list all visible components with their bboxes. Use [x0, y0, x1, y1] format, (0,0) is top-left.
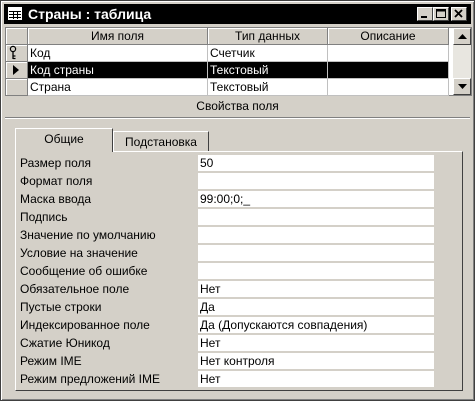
- property-row: Формат поля: [20, 172, 448, 190]
- property-label: Формат поля: [20, 174, 93, 188]
- property-value-allow-zero-length[interactable]: Да: [198, 299, 434, 315]
- header-corner[interactable]: [6, 28, 28, 45]
- vertical-scrollbar[interactable]: [453, 28, 471, 95]
- title-bar[interactable]: Страны : таблица: [4, 4, 471, 24]
- column-header-type[interactable]: Тип данных: [208, 28, 328, 45]
- table-icon: [8, 7, 22, 20]
- maximize-icon: [436, 9, 446, 18]
- maximize-button[interactable]: [433, 7, 449, 21]
- divider: [5, 117, 470, 119]
- window-title: Страны : таблица: [28, 6, 152, 22]
- grid-header: Имя поля Тип данных Описание: [6, 28, 449, 45]
- column-header-name[interactable]: Имя поля: [28, 28, 208, 45]
- property-value-required[interactable]: Нет: [198, 281, 434, 297]
- property-label: Индексированное поле: [20, 318, 150, 332]
- property-row: Сжатие Юникод Нет: [20, 334, 448, 352]
- property-value-indexed[interactable]: Да (Допускаются совпадения): [198, 317, 434, 333]
- property-row: Подпись: [20, 208, 448, 226]
- property-row: Сообщение об ошибке: [20, 262, 448, 280]
- property-row: Условие на значение: [20, 244, 448, 262]
- property-row: Значение по умолчанию: [20, 226, 448, 244]
- scroll-up-button[interactable]: [453, 28, 471, 45]
- field-grid: Имя поля Тип данных Описание Код Счетчик: [5, 27, 472, 96]
- field-name-cell[interactable]: Код: [28, 45, 208, 62]
- data-type-cell[interactable]: Текстовый: [208, 79, 328, 96]
- property-value-ime-sentence-mode[interactable]: Нет: [198, 371, 434, 387]
- close-icon: [454, 9, 463, 18]
- property-label: Сжатие Юникод: [20, 336, 110, 350]
- primary-key-icon: [9, 45, 17, 60]
- description-cell[interactable]: [328, 79, 449, 96]
- property-row: Режим предложений IME Нет: [20, 370, 448, 388]
- table-row[interactable]: Код Счетчик: [6, 45, 449, 62]
- property-row: Маска ввода 99:00;0;_: [20, 190, 448, 208]
- field-name-cell[interactable]: Страна: [28, 79, 208, 96]
- property-value-default-value[interactable]: [198, 227, 434, 243]
- field-name-cell[interactable]: Код страны: [28, 62, 208, 79]
- row-selector[interactable]: [6, 62, 28, 79]
- property-label: Маска ввода: [20, 192, 92, 206]
- close-button[interactable]: [451, 7, 467, 21]
- property-value-format[interactable]: [198, 173, 434, 189]
- property-row: Обязательное поле Нет: [20, 280, 448, 298]
- minimize-icon: [421, 16, 427, 18]
- current-row-arrow-icon: [13, 65, 19, 75]
- property-value-ime-mode[interactable]: Нет контроля: [198, 353, 434, 369]
- property-label: Значение по умолчанию: [20, 228, 156, 242]
- property-row: Размер поля 50: [20, 154, 448, 172]
- property-value-field-size[interactable]: 50: [198, 155, 434, 171]
- property-label: Условие на значение: [20, 246, 138, 260]
- table-design-window: Страны : таблица Имя поля Тип данных Опи…: [0, 0, 475, 401]
- property-label: Подпись: [20, 210, 68, 224]
- field-properties-panel: Размер поля 50 Формат поля Маска ввода 9…: [15, 151, 463, 391]
- description-cell[interactable]: [328, 62, 449, 79]
- property-label: Сообщение об ошибке: [20, 264, 148, 278]
- property-row: Режим IME Нет контроля: [20, 352, 448, 370]
- property-value-validation-rule[interactable]: [198, 245, 434, 261]
- table-row[interactable]: Страна Текстовый: [6, 79, 449, 96]
- scroll-down-button[interactable]: [453, 78, 471, 95]
- property-value-input-mask[interactable]: 99:00;0;_: [198, 191, 434, 207]
- description-cell[interactable]: [328, 45, 449, 62]
- row-selector[interactable]: [6, 79, 28, 96]
- properties-section-title: Свойства поля: [196, 99, 279, 113]
- tab-lookup[interactable]: Подстановка: [113, 131, 209, 153]
- data-type-cell[interactable]: Текстовый: [208, 62, 328, 79]
- minimize-button[interactable]: [417, 7, 433, 21]
- data-type-cell[interactable]: Счетчик: [208, 45, 328, 62]
- property-label: Обязательное поле: [20, 282, 130, 296]
- property-value-validation-text[interactable]: [198, 263, 434, 279]
- property-value-unicode-compression[interactable]: Нет: [198, 335, 434, 351]
- table-row-selected[interactable]: Код страны Текстовый: [6, 62, 449, 79]
- property-row: Индексированное поле Да (Допускаются сов…: [20, 316, 448, 334]
- arrow-up-icon: [458, 34, 467, 39]
- property-row: Пустые строки Да: [20, 298, 448, 316]
- property-label: Пустые строки: [20, 300, 102, 314]
- arrow-down-icon: [458, 84, 467, 89]
- property-label: Размер поля: [20, 156, 91, 170]
- property-value-caption[interactable]: [198, 209, 434, 225]
- property-label: Режим предложений IME: [20, 372, 160, 386]
- tab-general[interactable]: Общие: [15, 128, 113, 152]
- property-label: Режим IME: [20, 354, 82, 368]
- column-header-description[interactable]: Описание: [328, 28, 449, 45]
- row-selector[interactable]: [6, 45, 28, 62]
